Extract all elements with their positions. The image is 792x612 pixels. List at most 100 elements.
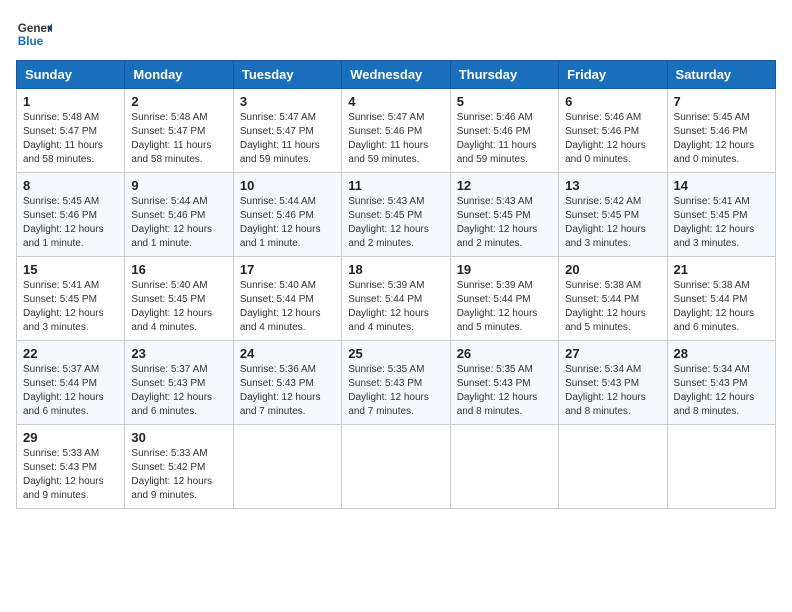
day-number: 11 [348,178,443,193]
day-info: Sunrise: 5:37 AM Sunset: 5:43 PM Dayligh… [131,363,226,419]
calendar-day-3: 3 Sunrise: 5:47 AM Sunset: 5:47 PM Dayli… [233,89,341,173]
day-info: Sunrise: 5:34 AM Sunset: 5:43 PM Dayligh… [674,363,769,419]
calendar-day-19: 19 Sunrise: 5:39 AM Sunset: 5:44 PM Dayl… [450,257,558,341]
day-info: Sunrise: 5:43 AM Sunset: 5:45 PM Dayligh… [457,195,552,251]
calendar-day-26: 26 Sunrise: 5:35 AM Sunset: 5:43 PM Dayl… [450,341,558,425]
calendar-week-2: 8 Sunrise: 5:45 AM Sunset: 5:46 PM Dayli… [17,173,776,257]
day-info: Sunrise: 5:37 AM Sunset: 5:44 PM Dayligh… [23,363,118,419]
day-info: Sunrise: 5:35 AM Sunset: 5:43 PM Dayligh… [348,363,443,419]
day-info: Sunrise: 5:46 AM Sunset: 5:46 PM Dayligh… [457,111,552,167]
calendar-day-20: 20 Sunrise: 5:38 AM Sunset: 5:44 PM Dayl… [559,257,667,341]
day-number: 19 [457,262,552,277]
weekday-saturday: Saturday [667,61,775,89]
calendar-day-5: 5 Sunrise: 5:46 AM Sunset: 5:46 PM Dayli… [450,89,558,173]
day-number: 29 [23,430,118,445]
calendar-week-5: 29 Sunrise: 5:33 AM Sunset: 5:43 PM Dayl… [17,425,776,509]
day-info: Sunrise: 5:42 AM Sunset: 5:45 PM Dayligh… [565,195,660,251]
calendar-day-6: 6 Sunrise: 5:46 AM Sunset: 5:46 PM Dayli… [559,89,667,173]
day-number: 3 [240,94,335,109]
calendar-body: 1 Sunrise: 5:48 AM Sunset: 5:47 PM Dayli… [17,89,776,509]
day-info: Sunrise: 5:33 AM Sunset: 5:43 PM Dayligh… [23,447,118,503]
day-number: 7 [674,94,769,109]
day-info: Sunrise: 5:43 AM Sunset: 5:45 PM Dayligh… [348,195,443,251]
calendar-day-7: 7 Sunrise: 5:45 AM Sunset: 5:46 PM Dayli… [667,89,775,173]
calendar-day-8: 8 Sunrise: 5:45 AM Sunset: 5:46 PM Dayli… [17,173,125,257]
weekday-wednesday: Wednesday [342,61,450,89]
day-number: 15 [23,262,118,277]
calendar-day-10: 10 Sunrise: 5:44 AM Sunset: 5:46 PM Dayl… [233,173,341,257]
weekday-thursday: Thursday [450,61,558,89]
day-info: Sunrise: 5:41 AM Sunset: 5:45 PM Dayligh… [674,195,769,251]
day-info: Sunrise: 5:40 AM Sunset: 5:44 PM Dayligh… [240,279,335,335]
day-info: Sunrise: 5:40 AM Sunset: 5:45 PM Dayligh… [131,279,226,335]
empty-cell [559,425,667,509]
day-info: Sunrise: 5:47 AM Sunset: 5:46 PM Dayligh… [348,111,443,167]
day-number: 8 [23,178,118,193]
calendar-day-29: 29 Sunrise: 5:33 AM Sunset: 5:43 PM Dayl… [17,425,125,509]
day-info: Sunrise: 5:46 AM Sunset: 5:46 PM Dayligh… [565,111,660,167]
day-number: 27 [565,346,660,361]
calendar-day-14: 14 Sunrise: 5:41 AM Sunset: 5:45 PM Dayl… [667,173,775,257]
logo: General Blue [16,16,56,52]
empty-cell [342,425,450,509]
calendar-day-11: 11 Sunrise: 5:43 AM Sunset: 5:45 PM Dayl… [342,173,450,257]
weekday-sunday: Sunday [17,61,125,89]
day-number: 6 [565,94,660,109]
calendar-day-17: 17 Sunrise: 5:40 AM Sunset: 5:44 PM Dayl… [233,257,341,341]
day-number: 21 [674,262,769,277]
empty-cell [667,425,775,509]
day-number: 28 [674,346,769,361]
day-number: 10 [240,178,335,193]
calendar-day-15: 15 Sunrise: 5:41 AM Sunset: 5:45 PM Dayl… [17,257,125,341]
day-number: 4 [348,94,443,109]
weekday-monday: Monday [125,61,233,89]
svg-text:General: General [18,22,52,35]
empty-cell [233,425,341,509]
day-info: Sunrise: 5:48 AM Sunset: 5:47 PM Dayligh… [23,111,118,167]
logo-icon: General Blue [16,16,52,52]
day-info: Sunrise: 5:38 AM Sunset: 5:44 PM Dayligh… [565,279,660,335]
day-info: Sunrise: 5:47 AM Sunset: 5:47 PM Dayligh… [240,111,335,167]
day-info: Sunrise: 5:41 AM Sunset: 5:45 PM Dayligh… [23,279,118,335]
day-number: 13 [565,178,660,193]
weekday-friday: Friday [559,61,667,89]
calendar-day-16: 16 Sunrise: 5:40 AM Sunset: 5:45 PM Dayl… [125,257,233,341]
calendar-day-22: 22 Sunrise: 5:37 AM Sunset: 5:44 PM Dayl… [17,341,125,425]
calendar-day-12: 12 Sunrise: 5:43 AM Sunset: 5:45 PM Dayl… [450,173,558,257]
day-info: Sunrise: 5:45 AM Sunset: 5:46 PM Dayligh… [674,111,769,167]
calendar-day-18: 18 Sunrise: 5:39 AM Sunset: 5:44 PM Dayl… [342,257,450,341]
day-number: 22 [23,346,118,361]
day-number: 9 [131,178,226,193]
day-info: Sunrise: 5:35 AM Sunset: 5:43 PM Dayligh… [457,363,552,419]
calendar-week-1: 1 Sunrise: 5:48 AM Sunset: 5:47 PM Dayli… [17,89,776,173]
calendar-table: SundayMondayTuesdayWednesdayThursdayFrid… [16,60,776,509]
weekday-header-row: SundayMondayTuesdayWednesdayThursdayFrid… [17,61,776,89]
day-info: Sunrise: 5:45 AM Sunset: 5:46 PM Dayligh… [23,195,118,251]
day-number: 24 [240,346,335,361]
day-info: Sunrise: 5:38 AM Sunset: 5:44 PM Dayligh… [674,279,769,335]
day-number: 12 [457,178,552,193]
day-number: 30 [131,430,226,445]
day-number: 2 [131,94,226,109]
day-info: Sunrise: 5:34 AM Sunset: 5:43 PM Dayligh… [565,363,660,419]
day-info: Sunrise: 5:48 AM Sunset: 5:47 PM Dayligh… [131,111,226,167]
weekday-tuesday: Tuesday [233,61,341,89]
calendar-day-25: 25 Sunrise: 5:35 AM Sunset: 5:43 PM Dayl… [342,341,450,425]
day-number: 26 [457,346,552,361]
day-number: 5 [457,94,552,109]
day-info: Sunrise: 5:33 AM Sunset: 5:42 PM Dayligh… [131,447,226,503]
day-number: 23 [131,346,226,361]
calendar-day-1: 1 Sunrise: 5:48 AM Sunset: 5:47 PM Dayli… [17,89,125,173]
day-info: Sunrise: 5:39 AM Sunset: 5:44 PM Dayligh… [348,279,443,335]
calendar-week-3: 15 Sunrise: 5:41 AM Sunset: 5:45 PM Dayl… [17,257,776,341]
day-number: 16 [131,262,226,277]
empty-cell [450,425,558,509]
day-number: 25 [348,346,443,361]
calendar-day-13: 13 Sunrise: 5:42 AM Sunset: 5:45 PM Dayl… [559,173,667,257]
calendar-day-23: 23 Sunrise: 5:37 AM Sunset: 5:43 PM Dayl… [125,341,233,425]
day-info: Sunrise: 5:44 AM Sunset: 5:46 PM Dayligh… [240,195,335,251]
calendar-day-21: 21 Sunrise: 5:38 AM Sunset: 5:44 PM Dayl… [667,257,775,341]
day-info: Sunrise: 5:44 AM Sunset: 5:46 PM Dayligh… [131,195,226,251]
day-number: 17 [240,262,335,277]
calendar-day-4: 4 Sunrise: 5:47 AM Sunset: 5:46 PM Dayli… [342,89,450,173]
